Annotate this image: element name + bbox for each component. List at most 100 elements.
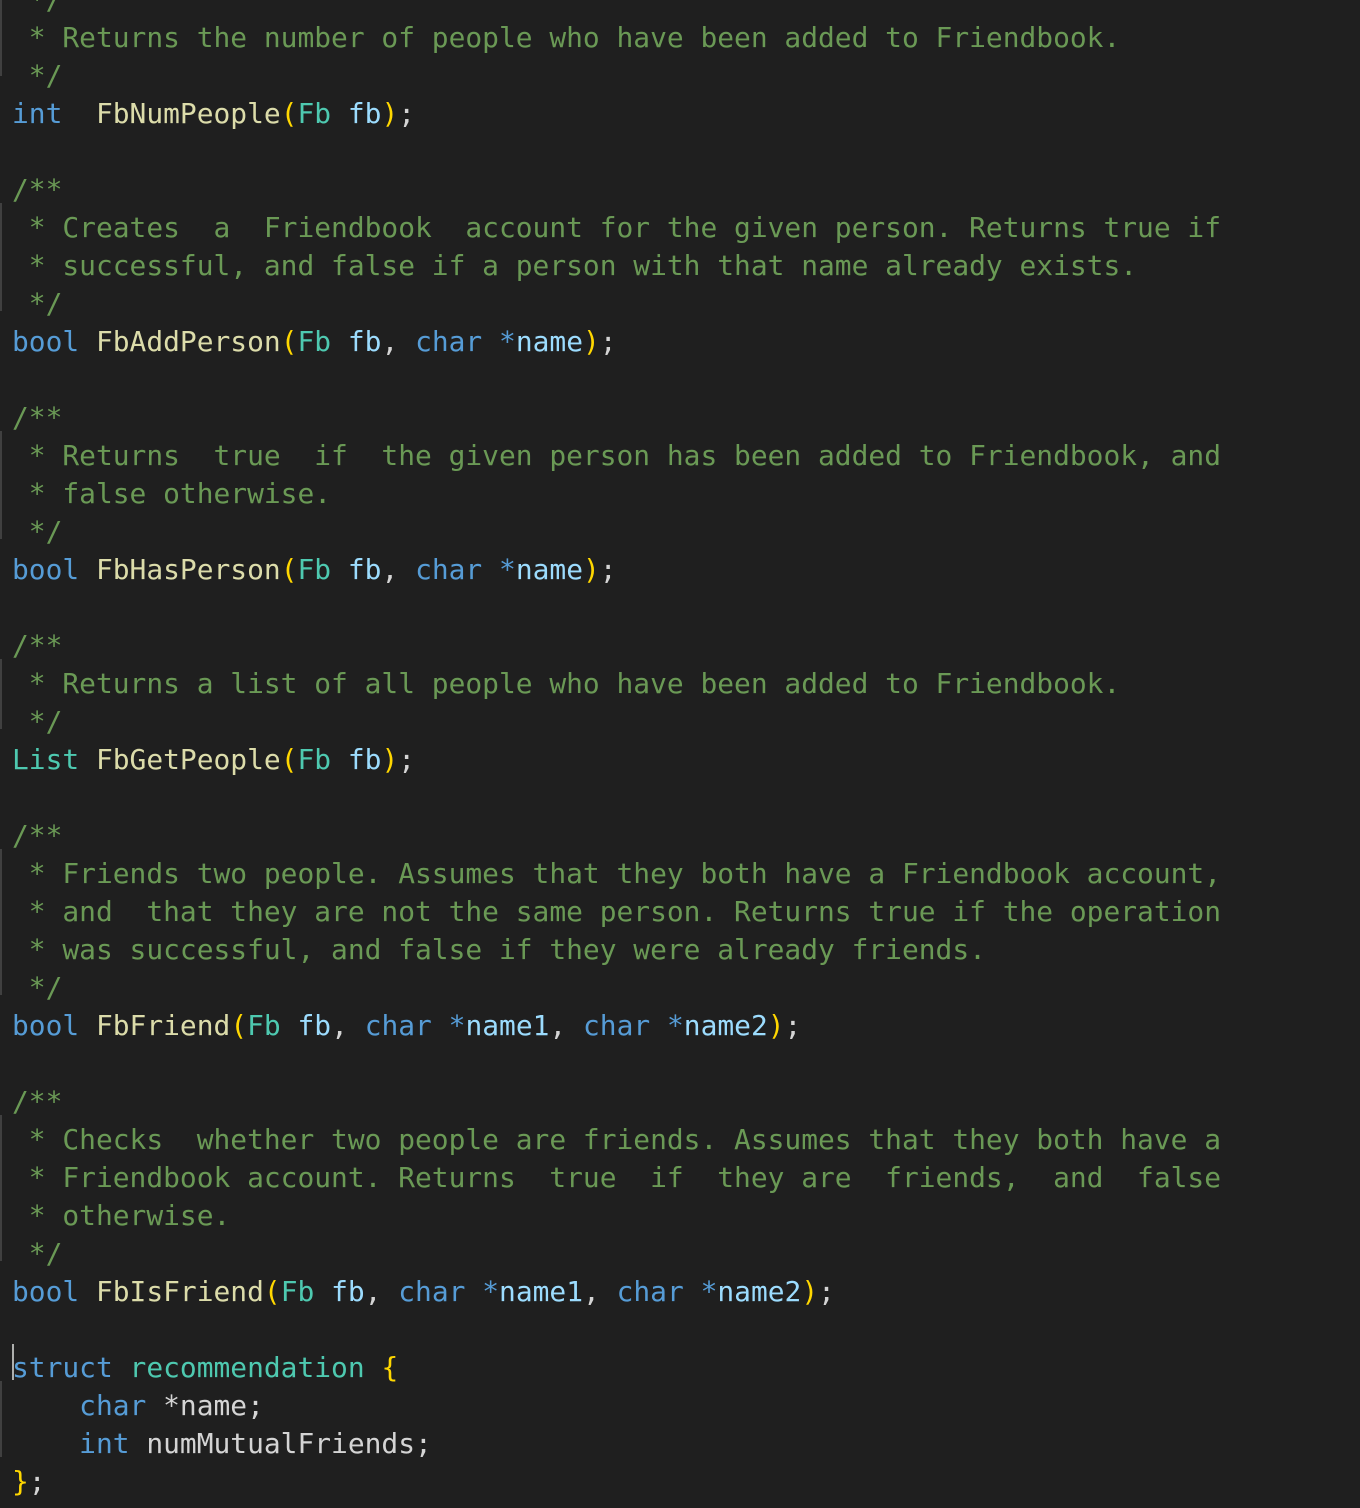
code-line[interactable]: * Returns true if the given person has b… xyxy=(12,437,1221,475)
code-token: bool xyxy=(12,553,80,586)
code-line[interactable]: * Returns a list of all people who have … xyxy=(12,665,1221,703)
code-line[interactable] xyxy=(12,133,1221,171)
code-line[interactable]: bool FbIsFriend(Fb fb, char *name1, char… xyxy=(12,1273,1221,1311)
code-token: * otherwise. xyxy=(12,1199,231,1232)
code-line[interactable]: int FbNumPeople(Fb fb); xyxy=(12,95,1221,133)
code-line[interactable]: /** xyxy=(12,817,1221,855)
code-token: ) xyxy=(381,97,399,130)
code-line[interactable]: List FbGetPeople(Fb fb); xyxy=(12,741,1221,779)
code-token: fb xyxy=(347,97,382,130)
code-token: * false otherwise. xyxy=(12,477,332,510)
code-line[interactable]: * was successful, and false if they were… xyxy=(12,931,1221,969)
code-token: ( xyxy=(280,325,298,358)
code-line[interactable]: }; xyxy=(12,1463,1221,1501)
code-token: * Returns a list of all people who have … xyxy=(12,667,1121,700)
code-line[interactable]: * Friendbook account. Returns true if th… xyxy=(12,1159,1221,1197)
code-line[interactable] xyxy=(12,361,1221,399)
code-line[interactable]: * false otherwise. xyxy=(12,475,1221,513)
code-token: name xyxy=(515,553,583,586)
code-token: Fb xyxy=(297,325,332,358)
code-line[interactable]: int numMutualFriends; xyxy=(12,1425,1221,1463)
code-token: */ xyxy=(12,287,63,320)
code-token: char xyxy=(398,1275,466,1308)
code-line[interactable]: /** xyxy=(12,627,1221,665)
code-line[interactable] xyxy=(12,1311,1221,1349)
code-token: ) xyxy=(801,1275,819,1308)
code-line[interactable]: */ xyxy=(12,285,1221,323)
code-token: , xyxy=(549,1009,584,1042)
code-token: bool xyxy=(12,325,80,358)
indent-guide xyxy=(0,0,2,76)
code-token: FbIsFriend xyxy=(95,1275,264,1308)
code-token: name2 xyxy=(717,1275,802,1308)
code-line[interactable]: * Creates a Friendbook account for the g… xyxy=(12,209,1221,247)
code-line[interactable]: */ xyxy=(12,1235,1221,1273)
code-line[interactable] xyxy=(12,589,1221,627)
code-line[interactable]: */ xyxy=(12,703,1221,741)
code-token: ; xyxy=(818,1275,835,1308)
indent-guide xyxy=(0,659,2,729)
code-line[interactable]: * Checks whether two people are friends.… xyxy=(12,1121,1221,1159)
code-line[interactable]: * Returns the number of people who have … xyxy=(12,19,1221,57)
code-token: * xyxy=(499,325,516,358)
code-token: /** xyxy=(12,629,63,662)
code-line[interactable]: struct recommendation { xyxy=(12,1349,1221,1387)
code-token: fb xyxy=(347,553,382,586)
code-line[interactable]: /** xyxy=(12,399,1221,437)
code-line[interactable]: */ xyxy=(12,969,1221,1007)
code-token: * was successful, and false if they were… xyxy=(12,933,986,966)
code-token: ; xyxy=(398,97,416,130)
code-token: * and that they are not the same person.… xyxy=(12,895,1221,928)
code-token: /** xyxy=(12,173,63,206)
code-line[interactable] xyxy=(12,779,1221,817)
code-token: * xyxy=(482,1275,500,1308)
code-token: */ xyxy=(12,0,63,16)
code-line[interactable]: */ xyxy=(12,0,1221,19)
code-token: bool xyxy=(12,1009,80,1042)
code-token: ) xyxy=(583,325,600,358)
code-line[interactable]: */ xyxy=(12,57,1221,95)
code-line[interactable]: * successful, and false if a person with… xyxy=(12,247,1221,285)
code-token: fb xyxy=(331,1275,365,1308)
code-editor[interactable]: */ * Returns the number of people who ha… xyxy=(0,0,1360,1508)
code-token: */ xyxy=(12,971,63,1004)
code-line[interactable]: /** xyxy=(12,171,1221,209)
code-lines[interactable]: */ * Returns the number of people who ha… xyxy=(12,0,1221,1501)
code-token: ; xyxy=(28,1465,46,1498)
code-line[interactable]: bool FbHasPerson(Fb fb, char *name); xyxy=(12,551,1221,589)
code-token: * Friendbook account. Returns true if th… xyxy=(12,1161,1221,1194)
code-line[interactable]: bool FbAddPerson(Fb fb, char *name); xyxy=(12,323,1221,361)
code-token: ( xyxy=(280,743,298,776)
code-line[interactable]: * and that they are not the same person.… xyxy=(12,893,1221,931)
code-line[interactable]: char *name; xyxy=(12,1387,1221,1425)
code-token: char xyxy=(364,1009,432,1042)
code-line[interactable]: bool FbFriend(Fb fb, char *name1, char *… xyxy=(12,1007,1221,1045)
code-token: Fb xyxy=(297,743,332,776)
code-token: char xyxy=(415,553,483,586)
code-token: * xyxy=(448,1009,466,1042)
code-token: /** xyxy=(12,1085,63,1118)
code-token: Fb xyxy=(247,1009,281,1042)
code-token: FbGetPeople xyxy=(95,743,281,776)
code-line[interactable]: */ xyxy=(12,513,1221,551)
indent-guide xyxy=(0,1115,2,1261)
code-line[interactable]: /** xyxy=(12,1083,1221,1121)
code-line[interactable]: * Friends two people. Assumes that they … xyxy=(12,855,1221,893)
code-line[interactable] xyxy=(12,1045,1221,1083)
code-token: * Checks whether two people are friends.… xyxy=(12,1123,1221,1156)
indent-guide xyxy=(0,431,2,539)
code-token: int xyxy=(12,97,63,130)
code-line[interactable]: * otherwise. xyxy=(12,1197,1221,1235)
code-token: * xyxy=(700,1275,718,1308)
